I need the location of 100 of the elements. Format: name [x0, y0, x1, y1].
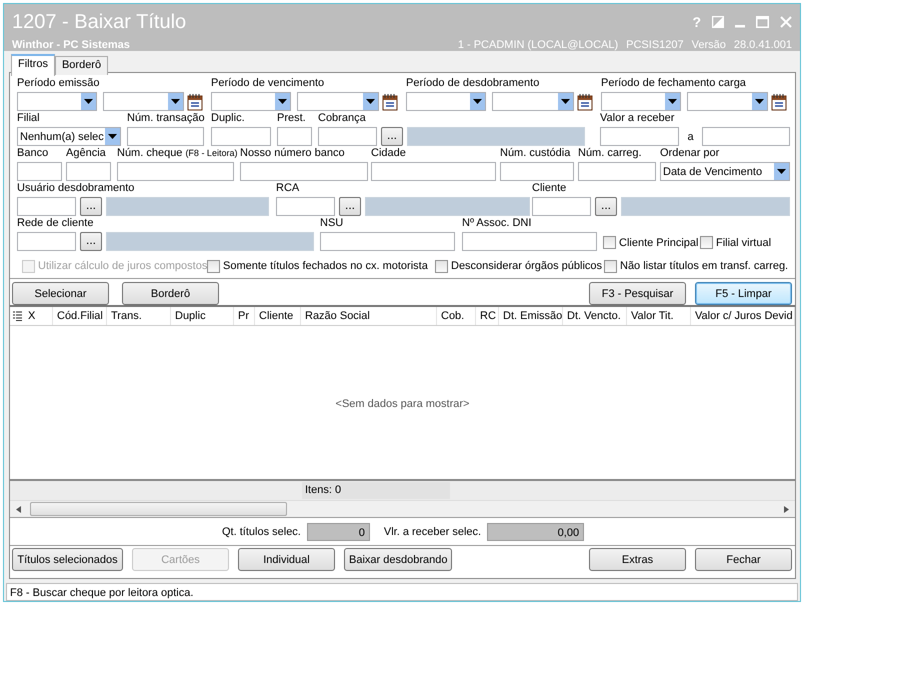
status-bar: F8 - Buscar cheque por leitora optica. [6, 583, 798, 601]
input-field[interactable] [17, 232, 76, 251]
empty-message: <Sem dados para mostrar> [336, 396, 470, 410]
input-field[interactable] [240, 162, 368, 181]
input-field[interactable] [211, 127, 271, 146]
field-label: Nosso número banco [240, 147, 345, 159]
column-header[interactable]: Valor Tit. [627, 307, 691, 325]
lookup-button[interactable]: ... [80, 232, 102, 251]
tab[interactable]: Borderô [54, 56, 108, 75]
field-label: Ordenar por [660, 147, 720, 159]
field-label: Agência [66, 147, 106, 159]
theme-icon[interactable] [712, 16, 724, 28]
dropdown[interactable]: Nenhum(a) selec [17, 127, 121, 146]
dropdown-arrow-icon[interactable] [84, 99, 93, 104]
checkbox-label: Filial virtual [716, 236, 772, 248]
input-field[interactable] [320, 232, 455, 251]
checkbox[interactable] [603, 236, 616, 249]
column-header[interactable]: Duplic [171, 307, 234, 325]
tab[interactable]: Filtros [11, 54, 55, 76]
lookup-button[interactable]: ... [80, 197, 102, 216]
action-button[interactable]: Selecionar [12, 282, 109, 305]
checkbox[interactable] [700, 236, 713, 249]
calendar-icon[interactable] [186, 92, 204, 110]
checkbox[interactable] [435, 260, 448, 272]
total-value: 0,00 [487, 522, 584, 540]
horizontal-scrollbar[interactable] [10, 501, 795, 517]
input-field[interactable] [500, 162, 574, 181]
field-hint: (F8 - Leitora) [185, 148, 238, 158]
field-label: Núm. carreg. [578, 147, 642, 159]
action-button[interactable]: Extras [589, 548, 686, 571]
field-label: Núm. transação [127, 112, 205, 124]
dropdown[interactable]: Data de Vencimento [660, 162, 790, 181]
field-label: Cliente [532, 182, 566, 194]
action-button[interactable]: Individual [238, 548, 335, 571]
column-chooser-icon[interactable] [13, 311, 22, 321]
dropdown-arrow-icon[interactable] [668, 99, 677, 104]
calendar-icon[interactable] [381, 92, 399, 110]
input-field[interactable] [117, 162, 234, 181]
input-field[interactable] [702, 127, 790, 146]
checkbox-label: Cliente Principal [619, 236, 698, 248]
column-header[interactable]: Trans. [107, 307, 171, 325]
window-subtitle: Winthor - PC Sistemas [12, 38, 130, 50]
column-header[interactable]: Dt. Vencto. [563, 307, 627, 325]
field-label: Rede de cliente [17, 217, 94, 229]
column-header[interactable]: Cliente [255, 307, 301, 325]
dropdown-arrow-icon[interactable] [108, 134, 117, 139]
input-field[interactable] [17, 162, 62, 181]
action-button[interactable]: F3 - Pesquisar [589, 282, 686, 305]
column-header[interactable]: X [24, 307, 53, 325]
input-field[interactable] [276, 197, 335, 216]
input-field[interactable] [532, 197, 591, 216]
dropdown-arrow-icon[interactable] [171, 99, 180, 104]
column-header[interactable]: Valor c/ Juros Devid [691, 307, 795, 325]
action-button[interactable]: Títulos selecionados [12, 548, 123, 571]
column-header[interactable]: Pr [234, 307, 255, 325]
input-field[interactable] [371, 162, 496, 181]
field-label: Período de fechamento carga [601, 77, 746, 89]
column-header[interactable]: Cód.Filial [53, 307, 107, 325]
checkbox-label: Não listar títulos em transf. carreg. [620, 260, 788, 272]
input-field[interactable] [318, 127, 377, 146]
lookup-button[interactable]: ... [339, 197, 361, 216]
checkbox[interactable] [207, 260, 220, 272]
field-label: Banco [17, 147, 48, 159]
window-title: 1207 - Baixar Título [12, 10, 186, 34]
dropdown-arrow-icon[interactable] [473, 99, 482, 104]
input-field[interactable] [578, 162, 656, 181]
checkbox-label: Desconsiderar órgãos públicos [451, 260, 602, 272]
total-label: Vlr. a receber selec. [384, 526, 482, 538]
dropdown-arrow-icon[interactable] [278, 99, 287, 104]
input-field[interactable] [17, 197, 76, 216]
field-label: Valor a receber [600, 112, 674, 124]
field-label: Nº Assoc. DNI [462, 217, 532, 229]
input-field[interactable] [277, 127, 312, 146]
maximize-icon[interactable] [756, 16, 769, 28]
scroll-left-icon[interactable] [16, 506, 22, 512]
input-field[interactable] [600, 127, 679, 146]
input-field[interactable] [462, 232, 597, 251]
checkbox[interactable] [604, 260, 617, 272]
action-button[interactable]: Borderô [122, 282, 219, 305]
action-button[interactable]: F5 - Limpar [695, 282, 792, 305]
column-header[interactable]: Cob. [437, 307, 476, 325]
dropdown-arrow-icon[interactable] [755, 99, 764, 104]
field-label: Núm. cheque [117, 147, 182, 159]
column-header[interactable]: Razão Social [301, 307, 437, 325]
input-field[interactable] [66, 162, 111, 181]
scroll-right-icon[interactable] [783, 506, 789, 512]
lookup-button[interactable]: ... [381, 127, 403, 146]
dropdown-arrow-icon[interactable] [366, 99, 375, 104]
column-header[interactable]: RC [476, 307, 499, 325]
dropdown-arrow-icon[interactable] [777, 169, 786, 174]
input-field[interactable] [127, 127, 204, 146]
close-icon[interactable] [780, 16, 792, 28]
total-value: 0 [306, 522, 370, 540]
lookup-button[interactable]: ... [595, 197, 617, 216]
column-header[interactable]: Dt. Emissão [499, 307, 563, 325]
calendar-icon[interactable] [770, 92, 788, 110]
action-button[interactable]: Fechar [695, 548, 792, 571]
action-button[interactable]: Baixar desdobrando [344, 548, 452, 571]
calendar-icon[interactable] [576, 92, 594, 110]
dropdown-arrow-icon[interactable] [561, 99, 570, 104]
